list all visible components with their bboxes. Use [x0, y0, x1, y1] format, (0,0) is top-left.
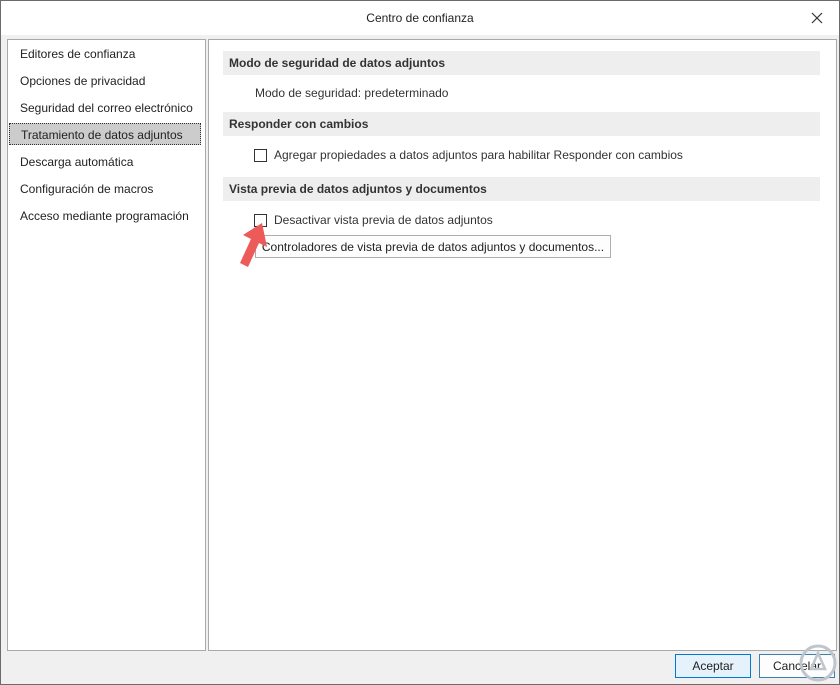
close-button[interactable]: [803, 4, 831, 32]
security-mode-text: Modo de seguridad: predeterminado: [255, 86, 449, 100]
sidebar-item-macro-settings[interactable]: Configuración de macros: [9, 178, 201, 200]
add-properties-checkbox[interactable]: [254, 148, 267, 162]
annotation-arrow-icon: [240, 223, 267, 267]
sidebar-item-programmatic-access[interactable]: Acceso mediante programación: [9, 205, 201, 227]
sidebar-item-automatic-download[interactable]: Descarga automática: [9, 151, 201, 173]
logo-watermark-icon: [799, 644, 837, 682]
preview-handlers-button[interactable]: Controladores de vista previa de datos a…: [255, 235, 611, 258]
trust-center-dialog: Centro de confianza Editores de confianz…: [0, 0, 840, 685]
section-header-attachment-security: Modo de seguridad de datos adjuntos: [223, 51, 820, 75]
main-panel: Modo de seguridad de datos adjuntos Modo…: [208, 39, 837, 651]
sidebar-item-attachment-handling[interactable]: Tratamiento de datos adjuntos: [9, 123, 201, 145]
add-properties-label: Agregar propiedades a datos adjuntos par…: [274, 148, 683, 162]
section-header-preview: Vista previa de datos adjuntos y documen…: [223, 177, 820, 201]
sidebar: Editores de confianza Opciones de privac…: [7, 39, 206, 651]
close-icon: [811, 12, 823, 24]
window-title: Centro de confianza: [366, 11, 474, 25]
sidebar-item-trusted-publishers[interactable]: Editores de confianza: [9, 43, 201, 65]
disable-preview-label: Desactivar vista previa de datos adjunto…: [274, 213, 493, 227]
ok-button[interactable]: Aceptar: [675, 654, 751, 678]
section-header-reply-with-changes: Responder con cambios: [223, 112, 820, 136]
disable-preview-checkbox-row[interactable]: Desactivar vista previa de datos adjunto…: [254, 213, 493, 227]
add-properties-checkbox-row[interactable]: Agregar propiedades a datos adjuntos par…: [254, 148, 683, 162]
sidebar-item-email-security[interactable]: Seguridad del correo electrónico: [9, 97, 201, 119]
title-bar: Centro de confianza: [1, 1, 839, 35]
sidebar-item-privacy-options[interactable]: Opciones de privacidad: [9, 70, 201, 92]
